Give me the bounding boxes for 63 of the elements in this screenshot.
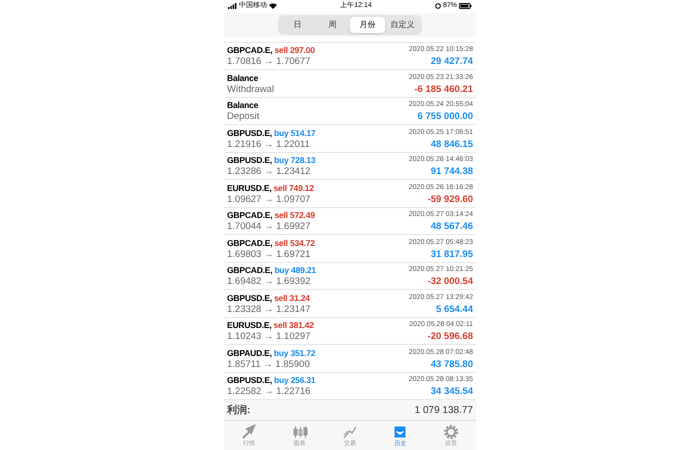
profit-value: 48 846.15 [430,138,473,151]
order-action: buy 351.72 [274,348,316,358]
symbol-label: GBPAUD.E, [227,348,272,358]
price-range: 1.21916 → 1.22011 [227,138,310,151]
price-range: 1.10243 → 1.10297 [227,331,310,344]
profit-value: -6 185 460.21 [414,84,473,96]
symbol-label: GBPCAD.E, [227,238,272,248]
profit-value: 48 567.46 [430,221,473,234]
symbol-label: GBPUSD.E, [227,292,272,303]
order-action: sell 749.12 [274,182,314,193]
symbol-label: GBPCAD.E, [227,45,272,56]
summary-label: 利润: [227,403,250,418]
price-range: 1.69803 → 1.69721 [227,248,310,261]
symbol-label: Balance [227,72,258,83]
order-action: buy 256.31 [274,375,316,386]
order-action: buy 728.13 [274,155,316,166]
symbol-label: EURUSD.E, [227,182,272,193]
settings-icon [442,424,459,440]
period-tab[interactable]: 周 [315,16,350,33]
profit-value: 29 427.74 [430,56,473,68]
price-range: 1.69482 → 1.69392 [227,276,310,288]
symbol-label: Balance [227,100,258,110]
price-range: 1.09627 → 1.09707 [227,194,310,206]
summary-value: 1 079 138.77 [414,404,473,418]
profit-value: 5 654.44 [436,304,473,316]
period-tab[interactable]: 日 [280,16,315,33]
order-action: sell 534.72 [274,238,315,248]
balance-type: Withdrawal [227,84,274,96]
balance-type: Deposit [227,111,260,124]
symbol-label: GBPUSD.E, [227,128,272,138]
battery-icon [458,3,472,10]
inbox-icon [392,424,408,440]
profit-value: -59 929.60 [428,194,473,206]
period-tab[interactable]: 月份 [350,16,385,33]
symbol-label: GBPCAD.E, [227,210,272,220]
order-action: sell 572.49 [274,210,315,220]
price-range: 1.70816 → 1.70677 [227,56,310,68]
symbol-label: GBPCAD.E, [227,265,272,276]
price-range: 1.85711 → 1.85900 [227,358,310,371]
signal-icon [228,3,237,10]
profit-value: 34 345.54 [430,386,473,398]
order-action: buy 514.17 [274,128,316,138]
profit-value: 43 785.80 [430,358,473,371]
order-action: sell 297.00 [274,45,315,56]
price-range: 1.23328 → 1.23147 [227,304,310,316]
wifi-icon [269,3,277,10]
price-range: 1.22582 → 1.22716 [227,386,310,398]
price-range: 1.70044 → 1.69927 [227,221,310,234]
profit-value: 6 755 000.00 [418,111,473,124]
order-action: buy 489.21 [274,265,316,276]
symbol-label: GBPUSD.E, [227,155,272,166]
profit-value: -32 000.54 [428,276,473,288]
profit-value: 31 817.95 [430,248,473,261]
symbol-label: EURUSD.E, [227,320,272,330]
period-tab[interactable]: 自定义 [385,16,420,33]
profit-value: -20 596.68 [428,331,473,344]
order-action: sell 31.24 [274,292,310,303]
order-action: sell 381.42 [274,320,314,330]
candlestick-icon [292,424,308,440]
diagonal-arrows-icon [241,424,258,440]
profit-value: 91 744.38 [430,166,473,178]
symbol-label: GBPUSD.E, [227,375,272,386]
price-range: 1.23286 → 1.23412 [227,166,310,178]
